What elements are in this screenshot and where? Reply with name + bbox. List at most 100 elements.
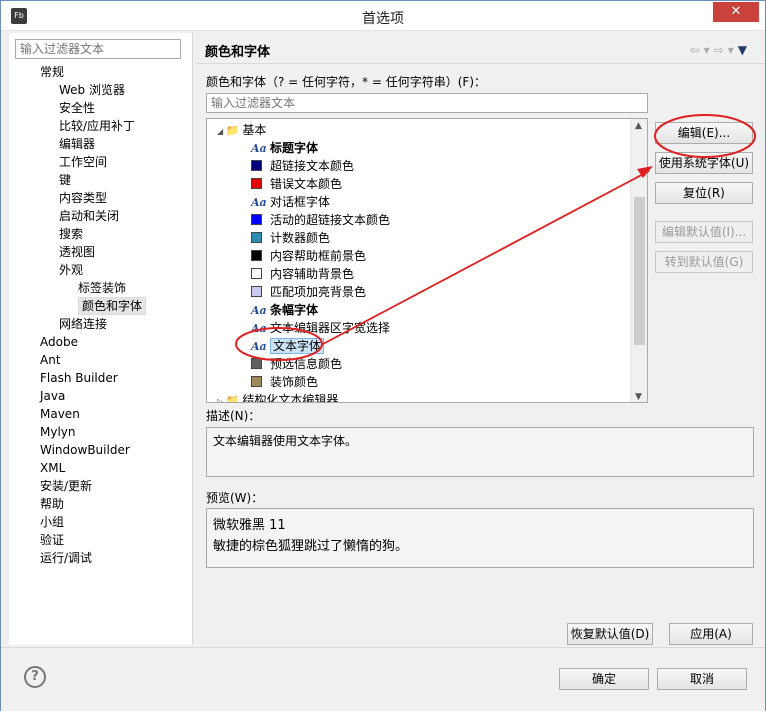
cancel-button[interactable]: 取消 — [657, 668, 747, 690]
color-font-item[interactable]: Aa 条幅字体 — [251, 301, 318, 319]
tree-item[interactable]: Ant — [40, 351, 61, 369]
tree-item[interactable]: 搜索 — [59, 225, 83, 243]
tree-item[interactable]: 安装/更新 — [40, 477, 92, 495]
tree-item[interactable]: 验证 — [40, 531, 64, 549]
edit-button[interactable]: 编辑(E)... — [655, 122, 753, 144]
tree-item[interactable]: WindowBuilder — [40, 441, 130, 459]
color-font-item[interactable]: 内容帮助框前景色 — [251, 247, 366, 265]
tree-item[interactable]: 运行/调试 — [40, 549, 92, 567]
tree-item-label: 常规 — [40, 65, 65, 79]
color-font-item-label: 对话框字体 — [270, 195, 331, 209]
tree-item[interactable]: Flash Builder — [40, 369, 118, 387]
close-button[interactable]: ✕ — [713, 2, 759, 22]
color-font-item-label: 基本 — [242, 123, 267, 137]
color-font-item[interactable]: 装饰颜色 — [251, 373, 318, 391]
tree-item[interactable]: 内容类型 — [59, 189, 107, 207]
tree-item-label: WindowBuilder — [40, 443, 130, 457]
color-swatch-icon — [251, 178, 262, 189]
tree-item[interactable]: Maven — [40, 405, 80, 423]
tree-item[interactable]: Java — [40, 387, 65, 405]
tree-item-label: 编辑器 — [59, 137, 96, 151]
tree-item[interactable]: 工作空间 — [59, 153, 107, 171]
color-font-item-label: 文本字体 — [270, 338, 325, 354]
color-font-item[interactable]: 预选信息颜色 — [251, 355, 342, 373]
color-font-item[interactable]: 错误文本颜色 — [251, 175, 342, 193]
nav-controls: ⇦▾⇨▾▼ — [690, 43, 751, 57]
goto-default-button[interactable]: 转到默认值(G) — [655, 251, 753, 273]
color-font-item-label: 内容帮助框前景色 — [270, 249, 367, 263]
tree-item[interactable]: 启动和关闭 — [59, 207, 119, 225]
tree-item[interactable]: 键 — [59, 171, 71, 189]
scroll-down-icon[interactable]: ▼ — [635, 392, 642, 402]
font-icon: Aa — [251, 340, 267, 353]
view-menu-icon[interactable]: ▼ — [738, 43, 751, 57]
tree-item[interactable]: XML — [40, 459, 65, 477]
tree-item[interactable]: 常规 — [40, 63, 64, 81]
window-title: 首选项 — [362, 11, 404, 27]
expand-arrow-icon[interactable]: ◢ — [217, 127, 226, 136]
color-font-item-label: 标题字体 — [270, 141, 319, 155]
tree-item-label: 启动和关闭 — [59, 209, 120, 223]
color-font-item[interactable]: Aa 对话框字体 — [251, 193, 330, 211]
back-dropdown-icon[interactable]: ▾ — [704, 43, 714, 57]
back-arrow-icon[interactable]: ⇦ — [690, 43, 704, 57]
tree-item[interactable]: 安全性 — [59, 99, 95, 117]
color-swatch-icon — [251, 376, 262, 387]
tree-item-label: Java — [40, 389, 66, 403]
tree-item[interactable]: 编辑器 — [59, 135, 95, 153]
color-swatch-icon — [251, 232, 262, 243]
tree-item[interactable]: Adobe — [40, 333, 78, 351]
tree-item-label: 帮助 — [40, 497, 65, 511]
color-font-item[interactable]: 活动的超链接文本颜色 — [251, 211, 390, 229]
apply-button[interactable]: 应用(A) — [669, 623, 753, 645]
tree-item[interactable]: 比较/应用补丁 — [59, 117, 135, 135]
tree-item[interactable]: 颜色和字体 — [78, 297, 147, 315]
color-font-item[interactable]: Aa 标题字体 — [251, 139, 318, 157]
color-font-item-label: 匹配项加亮背景色 — [270, 285, 367, 299]
edit-default-button[interactable]: 编辑默认值(I)... — [655, 221, 753, 243]
tree-item[interactable]: 网络连接 — [59, 315, 107, 333]
reset-button[interactable]: 复位(R) — [655, 182, 753, 204]
color-font-list[interactable]: ◢ 📁 基本 Aa 标题字体 超链接文本颜色 错误文本颜色 Aa 对话框字体 活动的超链接文本颜… — [206, 118, 648, 403]
use-system-font-button[interactable]: 使用系统字体(U) — [655, 152, 753, 174]
tree-filter-input[interactable] — [15, 39, 181, 59]
tree-item-label: 运行/调试 — [40, 551, 93, 565]
color-font-item-label: 内容辅助背景色 — [270, 267, 355, 281]
preview-box: 微软雅黑 11 敏捷的棕色狐狸跳过了懒惰的狗。 — [206, 508, 754, 568]
tree-item[interactable]: 帮助 — [40, 495, 64, 513]
list-scrollbar[interactable]: ▲ ▼ — [630, 119, 647, 402]
color-font-item[interactable]: 内容辅助背景色 — [251, 265, 354, 283]
scrollbar-thumb[interactable] — [634, 197, 645, 345]
tree-item[interactable]: Web 浏览器 — [59, 81, 125, 99]
tree-item[interactable]: 标签装饰 — [78, 279, 126, 297]
color-font-item[interactable]: 计数器颜色 — [251, 229, 330, 247]
color-font-item[interactable]: Aa 文本编辑器区字宽选择 — [251, 319, 390, 337]
tree-item[interactable]: 外观 — [59, 261, 83, 279]
restore-defaults-button[interactable]: 恢复默认值(D) — [567, 623, 653, 645]
preference-tree-panel: 常规 Web 浏览器安全性比较/应用补丁编辑器工作空间键内容类型启动和关闭搜索透视… — [9, 33, 193, 645]
expand-arrow-icon[interactable]: ▷ — [217, 397, 226, 402]
color-font-filter-input[interactable] — [206, 93, 648, 113]
dialog-button-bar: ? 确定 取消 — [1, 647, 765, 711]
tree-item[interactable]: 小组 — [40, 513, 64, 531]
tree-item-label: Maven — [40, 407, 80, 421]
tree-item-label: 透视图 — [59, 245, 96, 259]
color-font-item[interactable]: Aa 文本字体 — [251, 337, 325, 355]
color-swatch-icon — [251, 286, 262, 297]
color-font-item[interactable]: ◢ 📁 基本 — [217, 121, 266, 139]
color-font-item[interactable]: 匹配项加亮背景色 — [251, 283, 366, 301]
help-icon[interactable]: ? — [24, 666, 46, 688]
tree-item-label: 键 — [59, 173, 72, 187]
color-swatch-icon — [251, 160, 262, 171]
tree-item[interactable]: Mylyn — [40, 423, 76, 441]
color-font-item[interactable]: 超链接文本颜色 — [251, 157, 354, 175]
color-font-item-label: 预选信息颜色 — [270, 357, 343, 371]
folder-icon: 📁 — [225, 394, 240, 403]
scroll-up-icon[interactable]: ▲ — [635, 121, 642, 131]
forward-arrow-icon[interactable]: ⇨ — [714, 43, 728, 57]
forward-dropdown-icon[interactable]: ▾ — [728, 43, 738, 57]
color-font-item[interactable]: ▷ 📁 结构化文本编辑器 — [217, 391, 338, 403]
tree-item[interactable]: 透视图 — [59, 243, 95, 261]
tree-item-label: 内容类型 — [59, 191, 108, 205]
ok-button[interactable]: 确定 — [559, 668, 649, 690]
